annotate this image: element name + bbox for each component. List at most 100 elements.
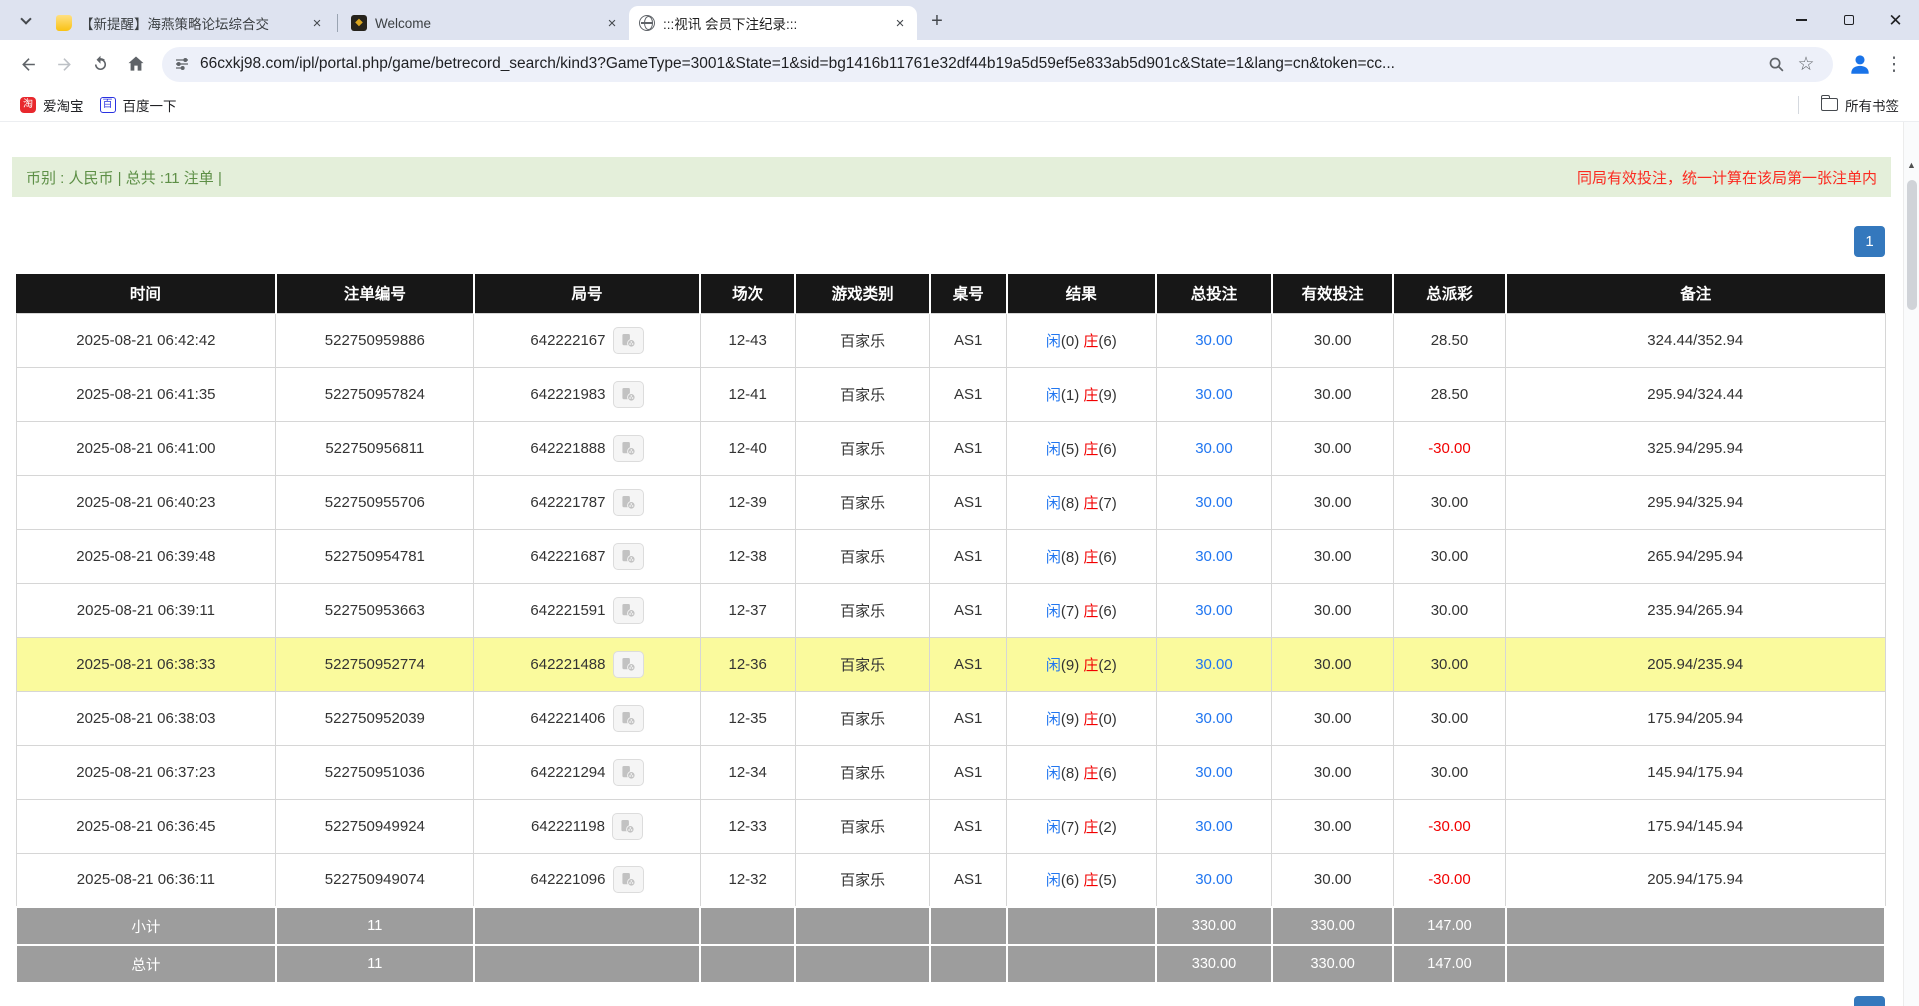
video-replay-button[interactable] xyxy=(613,651,644,678)
total-bet-cell[interactable]: 30.00 xyxy=(1156,853,1272,907)
banker-label: 庄 xyxy=(1083,872,1098,889)
video-replay-button[interactable] xyxy=(613,866,644,893)
video-replay-button[interactable] xyxy=(613,435,644,462)
close-tab-icon[interactable]: × xyxy=(603,14,621,32)
banker-score: (2) xyxy=(1098,657,1116,674)
address-bar[interactable]: 66cxkj98.com/ipl/portal.php/game/betreco… xyxy=(162,47,1833,82)
new-tab-button[interactable]: + xyxy=(923,7,951,35)
back-button[interactable] xyxy=(10,46,46,82)
browser-toolbar: 66cxkj98.com/ipl/portal.php/game/betreco… xyxy=(0,40,1919,88)
bet-id-cell: 522750955706 xyxy=(276,475,474,529)
browser-menu-button[interactable]: ⋮ xyxy=(1879,49,1909,79)
tab-strip: 【新提醒】海燕策略论坛综合交 × ◆ Welcome × :::视讯 会员下注纪… xyxy=(0,0,1919,40)
total-bet-cell[interactable]: 30.00 xyxy=(1156,475,1272,529)
round-cell: 642221488 xyxy=(474,637,700,691)
home-button[interactable] xyxy=(118,46,154,82)
banker-score: (7) xyxy=(1098,495,1116,512)
player-score: (8) xyxy=(1061,549,1079,566)
banker-label: 庄 xyxy=(1083,387,1098,404)
scroll-up-icon[interactable]: ▲ xyxy=(1904,160,1919,170)
valid-bet-cell: 30.00 xyxy=(1272,529,1393,583)
col-payout: 总派彩 xyxy=(1393,274,1505,313)
session-cell: 12-32 xyxy=(700,853,795,907)
url-text[interactable]: 66cxkj98.com/ipl/portal.php/game/betreco… xyxy=(200,55,1761,73)
bookmark-taobao[interactable]: 淘 爱淘宝 xyxy=(12,91,92,119)
video-replay-button[interactable] xyxy=(613,489,644,516)
total-payout: 147.00 xyxy=(1393,945,1505,983)
summary-info-bar: 币别 : 人民币 | 总共 :11 注单 | 同局有效投注，统一计算在该局第一张… xyxy=(12,157,1891,197)
result-cell: 闲(7) 庄(2) xyxy=(1007,799,1157,853)
tab-bet-records-active[interactable]: :::视讯 会员下注纪录::: × xyxy=(629,6,917,40)
vertical-scrollbar[interactable]: ▲ xyxy=(1903,122,1919,1006)
pagination-page-1-bottom[interactable]: 1 xyxy=(1854,996,1885,1006)
player-score: (5) xyxy=(1061,441,1079,458)
result-cell: 闲(8) 庄(6) xyxy=(1007,529,1157,583)
total-bet-cell[interactable]: 30.00 xyxy=(1156,529,1272,583)
close-tab-icon[interactable]: × xyxy=(308,14,326,32)
game-type-cell: 百家乐 xyxy=(795,313,930,367)
table-row: 2025-08-21 06:38:03 522750952039 6422214… xyxy=(16,691,1885,745)
bookmark-baidu[interactable]: 百 百度一下 xyxy=(92,91,185,119)
video-replay-button[interactable] xyxy=(613,381,644,408)
banker-label: 庄 xyxy=(1083,711,1098,728)
tab-forum[interactable]: 【新提醒】海燕策略论坛综合交 × xyxy=(46,6,334,40)
profile-avatar[interactable] xyxy=(1845,49,1875,79)
table-no-cell: AS1 xyxy=(930,529,1007,583)
time-cell: 2025-08-21 06:36:11 xyxy=(16,853,276,907)
player-score: (7) xyxy=(1061,603,1079,620)
player-score: (9) xyxy=(1061,711,1079,728)
player-label: 闲 xyxy=(1046,441,1061,458)
close-tab-icon[interactable]: × xyxy=(891,14,909,32)
time-cell: 2025-08-21 06:40:23 xyxy=(16,475,276,529)
banker-label: 庄 xyxy=(1083,603,1098,620)
col-session: 场次 xyxy=(700,274,795,313)
total-bet-cell[interactable]: 30.00 xyxy=(1156,421,1272,475)
bookmark-label: 百度一下 xyxy=(123,95,177,115)
reload-button[interactable] xyxy=(82,46,118,82)
tab-title: 【新提醒】海燕策略论坛综合交 xyxy=(80,13,300,33)
pagination-page-1-top[interactable]: 1 xyxy=(1854,226,1885,257)
video-icon xyxy=(621,387,636,402)
total-bet-cell[interactable]: 30.00 xyxy=(1156,799,1272,853)
total-bet-cell[interactable]: 30.00 xyxy=(1156,637,1272,691)
time-cell: 2025-08-21 06:37:23 xyxy=(16,745,276,799)
banker-score: (6) xyxy=(1098,333,1116,350)
video-replay-button[interactable] xyxy=(613,327,644,354)
col-result: 结果 xyxy=(1007,274,1157,313)
round-cell: 642221983 xyxy=(474,367,700,421)
zoom-page-button[interactable] xyxy=(1761,49,1791,79)
minimize-button[interactable] xyxy=(1778,0,1825,40)
video-replay-button[interactable] xyxy=(613,597,644,624)
total-bet-cell[interactable]: 30.00 xyxy=(1156,691,1272,745)
time-cell: 2025-08-21 06:41:00 xyxy=(16,421,276,475)
site-info-tune-icon[interactable] xyxy=(174,56,190,72)
close-window-button[interactable]: ✕ xyxy=(1872,0,1919,40)
video-replay-button[interactable] xyxy=(612,813,643,840)
total-bet-cell[interactable]: 30.00 xyxy=(1156,583,1272,637)
forward-button[interactable] xyxy=(46,46,82,82)
banker-score: (9) xyxy=(1098,387,1116,404)
round-number: 642221198 xyxy=(531,818,605,835)
round-cell: 642222167 xyxy=(474,313,700,367)
tab-search-button[interactable] xyxy=(12,7,40,35)
reload-icon xyxy=(91,55,110,74)
maximize-button[interactable] xyxy=(1825,0,1872,40)
bookmark-star-button[interactable]: ☆ xyxy=(1791,49,1821,79)
all-bookmarks-button[interactable]: 所有书签 xyxy=(1813,91,1907,119)
bet-id-cell: 522750956811 xyxy=(276,421,474,475)
total-bet-cell[interactable]: 30.00 xyxy=(1156,745,1272,799)
video-replay-button[interactable] xyxy=(613,759,644,786)
video-replay-button[interactable] xyxy=(613,543,644,570)
taobao-icon: 淘 xyxy=(20,97,36,113)
time-cell: 2025-08-21 06:38:03 xyxy=(16,691,276,745)
result-cell: 闲(5) 庄(6) xyxy=(1007,421,1157,475)
tab-welcome[interactable]: ◆ Welcome × xyxy=(341,6,629,40)
video-replay-button[interactable] xyxy=(613,705,644,732)
total-bet-cell[interactable]: 30.00 xyxy=(1156,367,1272,421)
col-time: 时间 xyxy=(16,274,276,313)
time-cell: 2025-08-21 06:36:45 xyxy=(16,799,276,853)
person-icon xyxy=(1847,51,1873,77)
total-bet-cell[interactable]: 30.00 xyxy=(1156,313,1272,367)
bet-id-cell: 522750949924 xyxy=(276,799,474,853)
scrollbar-thumb[interactable] xyxy=(1907,180,1917,310)
